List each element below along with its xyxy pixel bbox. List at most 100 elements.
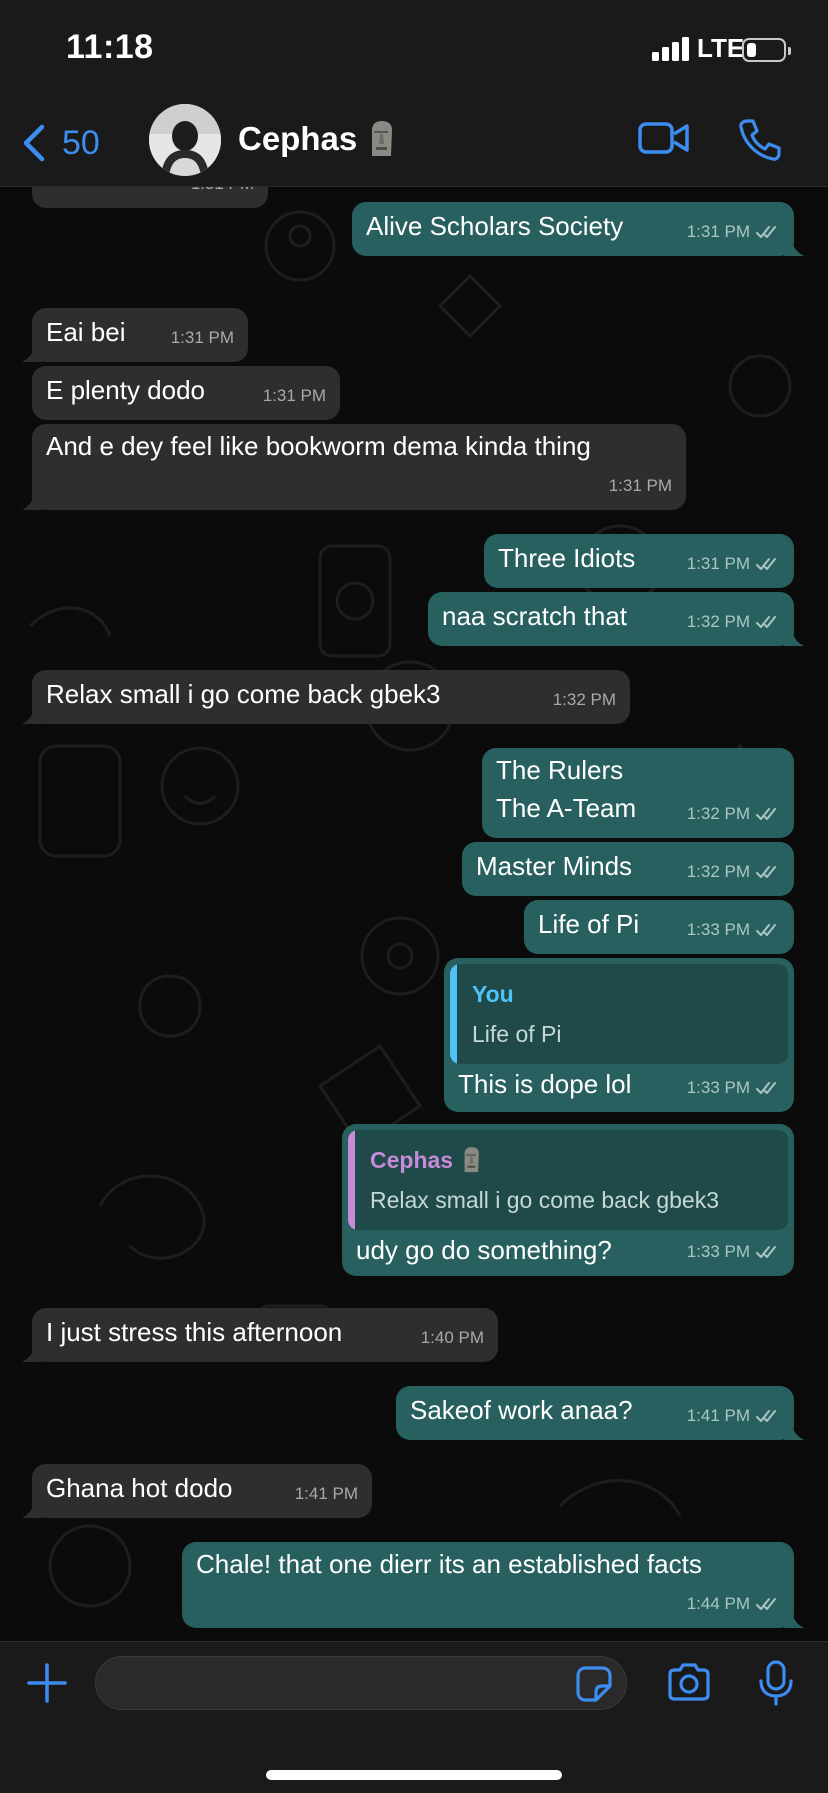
incoming-message[interactable]: Ghana hot dodo 1:41 PM <box>22 1464 372 1518</box>
message-time: 1:31 PM <box>687 216 780 248</box>
message-time: 1:31 PM <box>171 322 234 354</box>
outgoing-message[interactable]: Chale! that one dierr its an established… <box>182 1542 804 1628</box>
bubble-tail <box>784 1420 804 1440</box>
input-bar <box>0 1641 828 1793</box>
message-time-text: 1:31 PM <box>686 554 750 573</box>
read-receipt-icon <box>756 616 776 628</box>
bubble-tail <box>784 236 804 256</box>
read-receipt-icon <box>756 808 776 820</box>
message-time: 1:33 PM <box>687 1072 780 1104</box>
quote-author: You <box>472 978 514 1010</box>
message-text: Ghana hot dodo <box>46 1473 233 1503</box>
message-time-text: 1:33 PM <box>686 1242 750 1261</box>
outgoing-message[interactable]: naa scratch that 1:32 PM <box>428 592 804 646</box>
message-time-text: 1:33 PM <box>686 920 750 939</box>
message-text: And e dey feel like bookworm dema kinda … <box>46 431 591 461</box>
outgoing-message[interactable]: You Life of Pi This is dope lol 1:33 PM <box>444 958 794 1112</box>
message-text: udy go do something? <box>356 1235 612 1265</box>
quote-author: Cephas <box>370 1144 481 1176</box>
moai-emoji-icon <box>464 1147 479 1173</box>
message-time-text: 1:41 PM <box>294 1484 358 1503</box>
message-text: Eai bei <box>46 317 126 347</box>
quote-author-name: You <box>472 981 514 1007</box>
message-text: E plenty dodo <box>46 375 206 405</box>
message-input[interactable] <box>95 1656 627 1710</box>
unread-count: 50 <box>62 123 100 162</box>
read-receipt-icon <box>756 924 776 936</box>
camera-icon[interactable] <box>666 1662 712 1702</box>
message-text: naa scratch that <box>442 601 627 631</box>
read-receipt-icon <box>756 866 776 878</box>
bubble-tail <box>22 1342 42 1362</box>
message-time: 1:41 PM <box>295 1478 358 1510</box>
signal-icon <box>652 37 689 61</box>
quoted-message[interactable]: You Life of Pi <box>450 964 788 1064</box>
chat-area[interactable]: Nambro1:31 PM Alive Scholars Society 1:31 … <box>0 186 828 1641</box>
message-text: Chale! that one dierr its an established… <box>196 1549 702 1579</box>
video-camera-icon[interactable] <box>638 118 690 158</box>
contact-name[interactable]: Cephas <box>238 120 395 158</box>
message-time-text: 1:32 PM <box>686 804 750 823</box>
outgoing-message[interactable]: Sakeof work anaa? 1:41 PM <box>396 1386 804 1440</box>
back-button[interactable]: 50 <box>20 120 100 166</box>
message-time: 1:44 PM <box>687 1588 780 1620</box>
message-time: 1:32 PM <box>553 684 616 716</box>
message-text: Relax small i go come back gbek3 <box>46 679 441 709</box>
quote-text: Relax small i go come back gbek3 <box>370 1187 719 1213</box>
sticker-icon[interactable] <box>574 1664 614 1704</box>
message-time-text: 1:40 PM <box>420 1328 484 1347</box>
message-text: Alive Scholars Society <box>366 211 624 241</box>
message-time: 1:32 PM <box>687 606 780 638</box>
quote-text: Life of Pi <box>472 1021 562 1047</box>
quote-author-name: Cephas <box>370 1147 454 1173</box>
incoming-message[interactable]: Relax small i go come back gbek3 1:32 PM <box>22 670 630 724</box>
message-time-text: 1:32 PM <box>686 862 750 881</box>
incoming-message[interactable]: I just stress this afternoon 1:40 PM <box>22 1308 498 1362</box>
outgoing-message[interactable]: Alive Scholars Society 1:31 PM <box>352 202 804 256</box>
message-time-text: 1:44 PM <box>686 1594 750 1613</box>
message-time-text: 1:31 PM <box>262 386 326 405</box>
message-time-text: 1:31 PM <box>608 476 672 495</box>
read-receipt-icon <box>756 1410 776 1422</box>
message-text: I just stress this afternoon <box>46 1317 343 1347</box>
incoming-message[interactable]: Eai bei 1:31 PM <box>22 308 248 362</box>
incoming-message[interactable]: Nambro1:31 PM <box>32 186 268 208</box>
incoming-message[interactable]: And e dey feel like bookworm dema kinda … <box>22 424 686 510</box>
home-indicator <box>266 1770 562 1780</box>
microphone-icon[interactable] <box>757 1660 795 1706</box>
outgoing-message[interactable]: The Rulers The A-Team 1:32 PM <box>482 748 794 838</box>
quoted-message[interactable]: Cephas Relax small i go come back gbek3 <box>348 1130 788 1230</box>
message-time-text: 1:32 PM <box>686 612 750 631</box>
plus-icon[interactable] <box>26 1662 68 1704</box>
bubble-tail <box>22 704 42 724</box>
message-time: 1:33 PM <box>687 914 780 946</box>
quote-bar <box>450 964 457 1064</box>
outgoing-message[interactable]: Three Idiots 1:31 PM <box>484 534 794 588</box>
message-text: Three Idiots <box>498 543 636 573</box>
message-text: This is dope lol <box>458 1069 632 1099</box>
message-time-text: 1:33 PM <box>686 1078 750 1097</box>
status-time: 11:18 <box>66 28 154 66</box>
battery-icon <box>742 38 791 62</box>
message-time: 1:31 PM <box>687 548 780 580</box>
moai-emoji-icon <box>372 121 393 156</box>
message-time-text: 1:41 PM <box>686 1406 750 1425</box>
profile-photo <box>149 104 221 176</box>
contact-name-text: Cephas <box>238 120 358 157</box>
bubble-tail <box>22 1498 42 1518</box>
message-time: 1:31 PM <box>263 380 326 412</box>
incoming-message[interactable]: E plenty dodo 1:31 PM <box>32 366 340 420</box>
outgoing-message[interactable]: Cephas Relax small i go come back gbek3 ud… <box>342 1124 794 1276</box>
bubble-tail <box>784 1608 804 1628</box>
outgoing-message[interactable]: Master Minds 1:32 PM <box>462 842 794 896</box>
outgoing-message[interactable]: Life of Pi 1:33 PM <box>524 900 794 954</box>
read-receipt-icon <box>756 226 776 238</box>
status-bar: 11:18 LTE <box>0 0 828 100</box>
message-text-line: The A-Team <box>496 793 637 823</box>
avatar[interactable] <box>149 104 221 176</box>
read-receipt-icon <box>756 1598 776 1610</box>
message-text: Sakeof work anaa? <box>410 1395 633 1425</box>
network-label: LTE <box>697 33 745 63</box>
phone-icon[interactable] <box>738 118 782 162</box>
message-time: 1:31 PM <box>191 186 254 200</box>
